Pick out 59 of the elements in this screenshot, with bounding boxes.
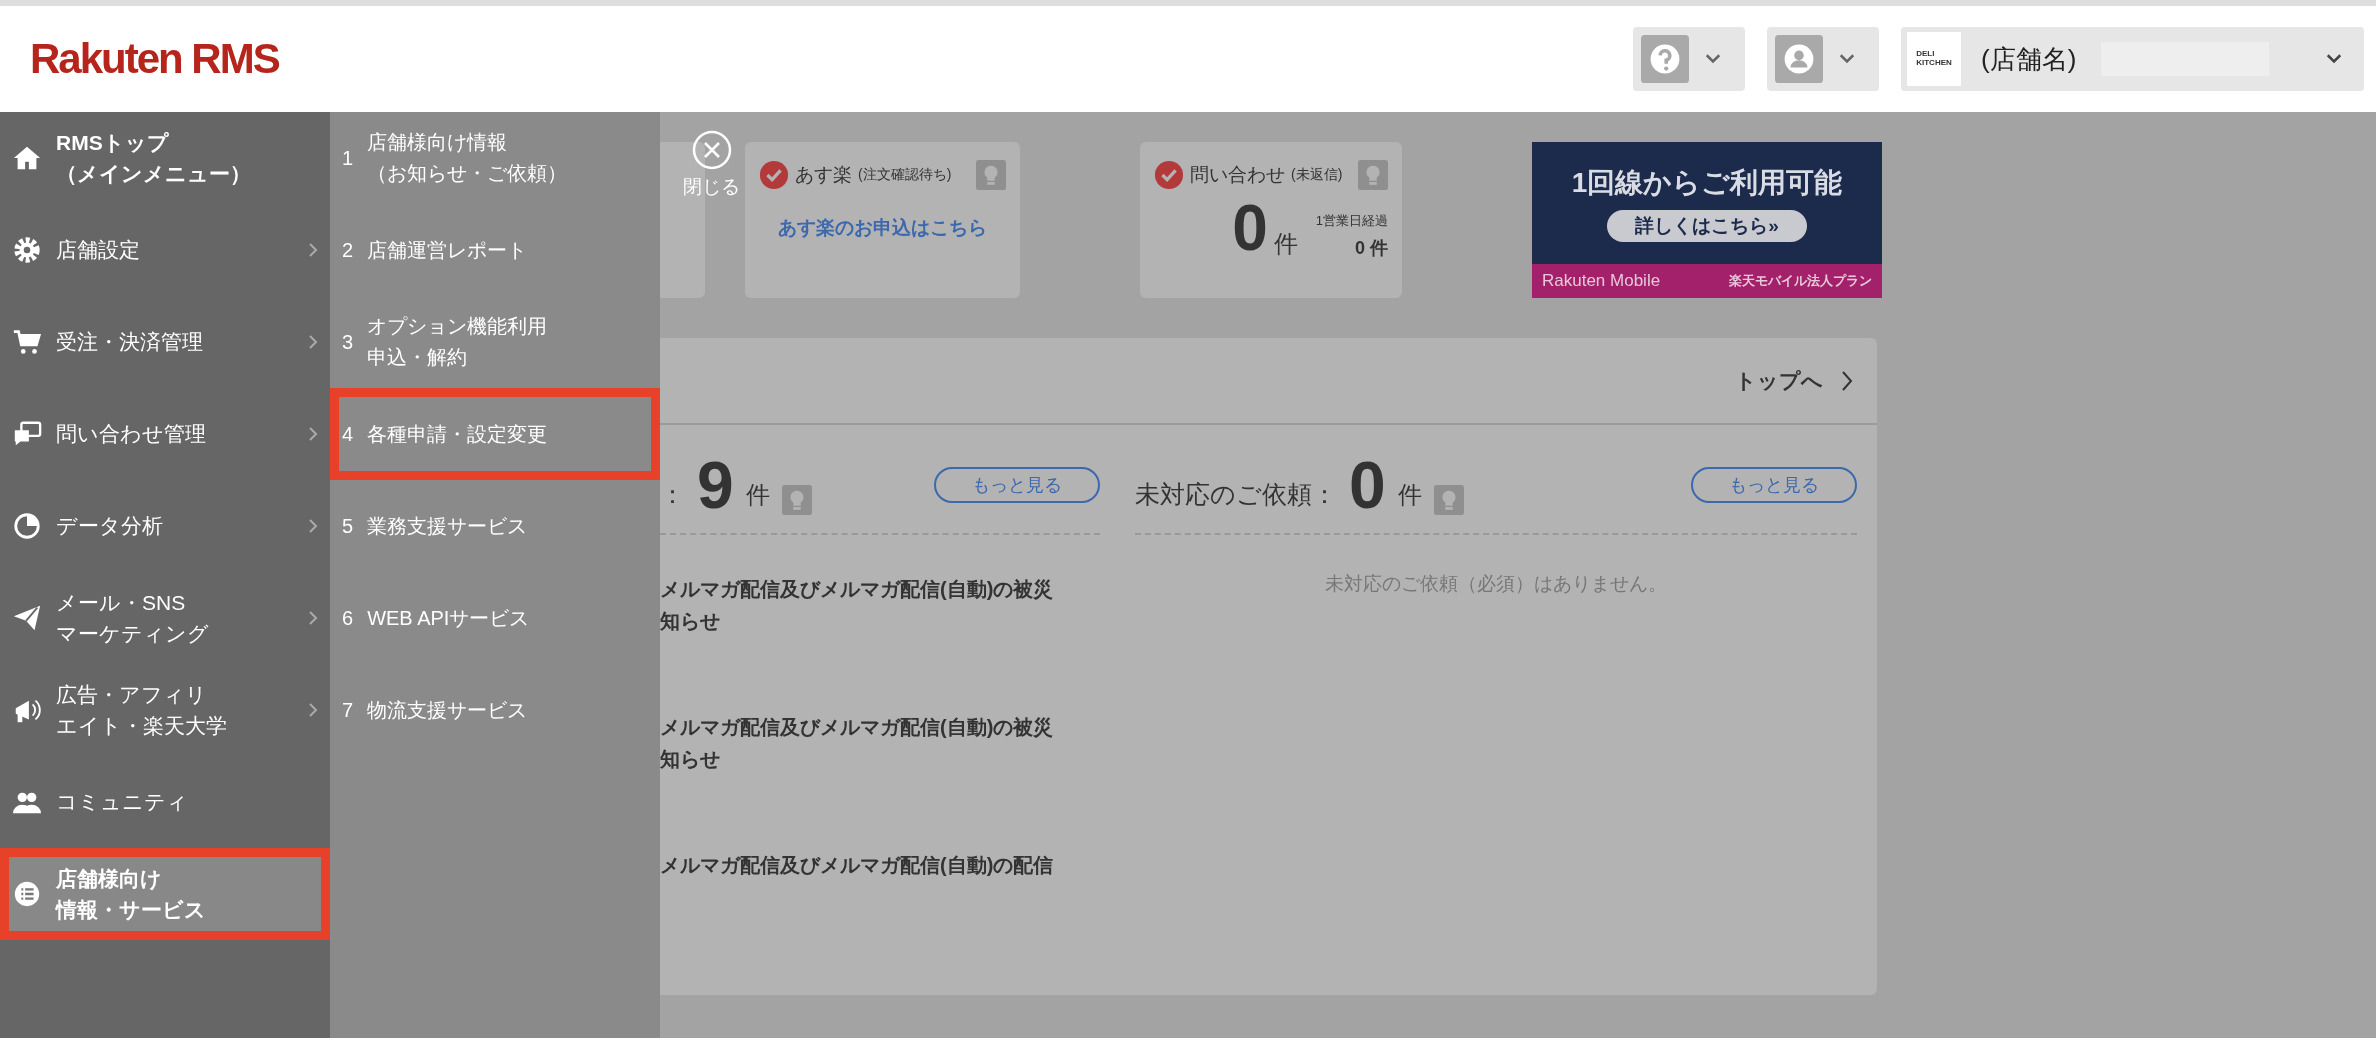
submenu-item[interactable]: 7 物流支援サービス <box>330 664 660 756</box>
nav-item[interactable]: 店舗様向け 情報・サービス <box>0 848 330 940</box>
nav-item[interactable]: 問い合わせ管理 <box>0 388 330 480</box>
news-link[interactable]: メルマガ配信及びメルマガ配信(自動)の配信 <box>660 849 1100 949</box>
help-icon <box>1641 35 1689 83</box>
brand-name: Rakuten Mobile <box>1542 271 1661 291</box>
count-number: 0 <box>1349 455 1386 515</box>
account-button[interactable] <box>1767 27 1879 91</box>
count-unit: 件 <box>1273 229 1298 259</box>
banner-headline: 1回線からご利用可能 <box>1571 166 1843 200</box>
paper-plane-icon <box>12 603 42 633</box>
empty-message: 未対応のご依頼（必須）はありません。 <box>1324 572 1668 596</box>
shop-selector[interactable]: DELI KITCHEN (店舗名) <box>1901 27 2364 91</box>
caret-icon <box>1705 54 1721 64</box>
sub-label: 1営業日経過 <box>1315 212 1388 230</box>
nav-item[interactable]: メール・SNS マーケティング <box>0 572 330 664</box>
count-label: 未対応のご依頼： <box>1135 479 1337 510</box>
sub-count: 0 件 <box>1355 237 1388 260</box>
bulb-icon <box>1358 160 1388 190</box>
nav-item[interactable]: データ分析 <box>0 480 330 572</box>
nav-item[interactable]: 受注・決済管理 <box>0 296 330 388</box>
count-unit: 件 <box>745 480 770 510</box>
caret-icon <box>2326 54 2342 64</box>
caret-icon <box>1839 54 1855 64</box>
gear-icon <box>12 235 42 265</box>
count-label: ： <box>660 479 685 510</box>
help-button[interactable] <box>1633 27 1745 91</box>
card-note: (未返信) <box>1291 166 1343 184</box>
list-icon <box>12 879 42 909</box>
card-note: (注文確認待ち) <box>858 166 952 184</box>
nav-item[interactable]: RMSトップ （メインメニュー） <box>0 112 330 204</box>
pie-chart-icon <box>12 511 42 541</box>
news-link[interactable]: メルマガ配信及びメルマガ配信(自動)の被災 知らせ <box>660 711 1100 811</box>
banner-button[interactable]: 詳しくはこちら» <box>1607 210 1807 242</box>
news-link[interactable]: メルマガ配信及びメルマガ配信(自動)の被災 知らせ <box>660 573 1100 673</box>
submenu-item[interactable]: 4 各種申請・設定変更 <box>330 388 660 480</box>
close-icon <box>691 130 732 170</box>
submenu-item[interactable]: 6 WEB APIサービス <box>330 572 660 664</box>
user-icon <box>1775 35 1823 83</box>
cart-icon <box>12 327 42 357</box>
count-number: 0 <box>1232 196 1268 260</box>
plan-name: 楽天モバイル法人プラン <box>1729 272 1872 290</box>
bulb-icon <box>781 485 812 515</box>
bulb-icon <box>1433 485 1464 515</box>
bulb-icon <box>976 160 1006 190</box>
submenu-item[interactable]: 2 店舗運営レポート <box>330 204 660 296</box>
ad-banner[interactable]: 1回線からご利用可能 詳しくはこちら» Rakuten Mobile 楽天モバイル法人プラン <box>1532 142 1882 298</box>
top-link[interactable]: トップへ <box>1735 366 1823 395</box>
chevron-right-icon <box>1841 369 1853 392</box>
count-unit: 件 <box>1397 480 1422 510</box>
nav-item[interactable]: コミュニティ <box>0 756 330 848</box>
submenu-item[interactable]: 5 業務支援サービス <box>330 480 660 572</box>
logo[interactable]: Rakuten RMS <box>30 35 279 83</box>
nav-item[interactable]: 広告・アフィリ エイト・楽天大学 <box>0 664 330 756</box>
count-number: 9 <box>697 455 734 515</box>
shop-logo: DELI KITCHEN <box>1907 32 1961 86</box>
card-title: あす楽 <box>795 163 852 187</box>
nav-item[interactable]: 店舗設定 <box>0 204 330 296</box>
card-title: 問い合わせ <box>1190 163 1285 187</box>
